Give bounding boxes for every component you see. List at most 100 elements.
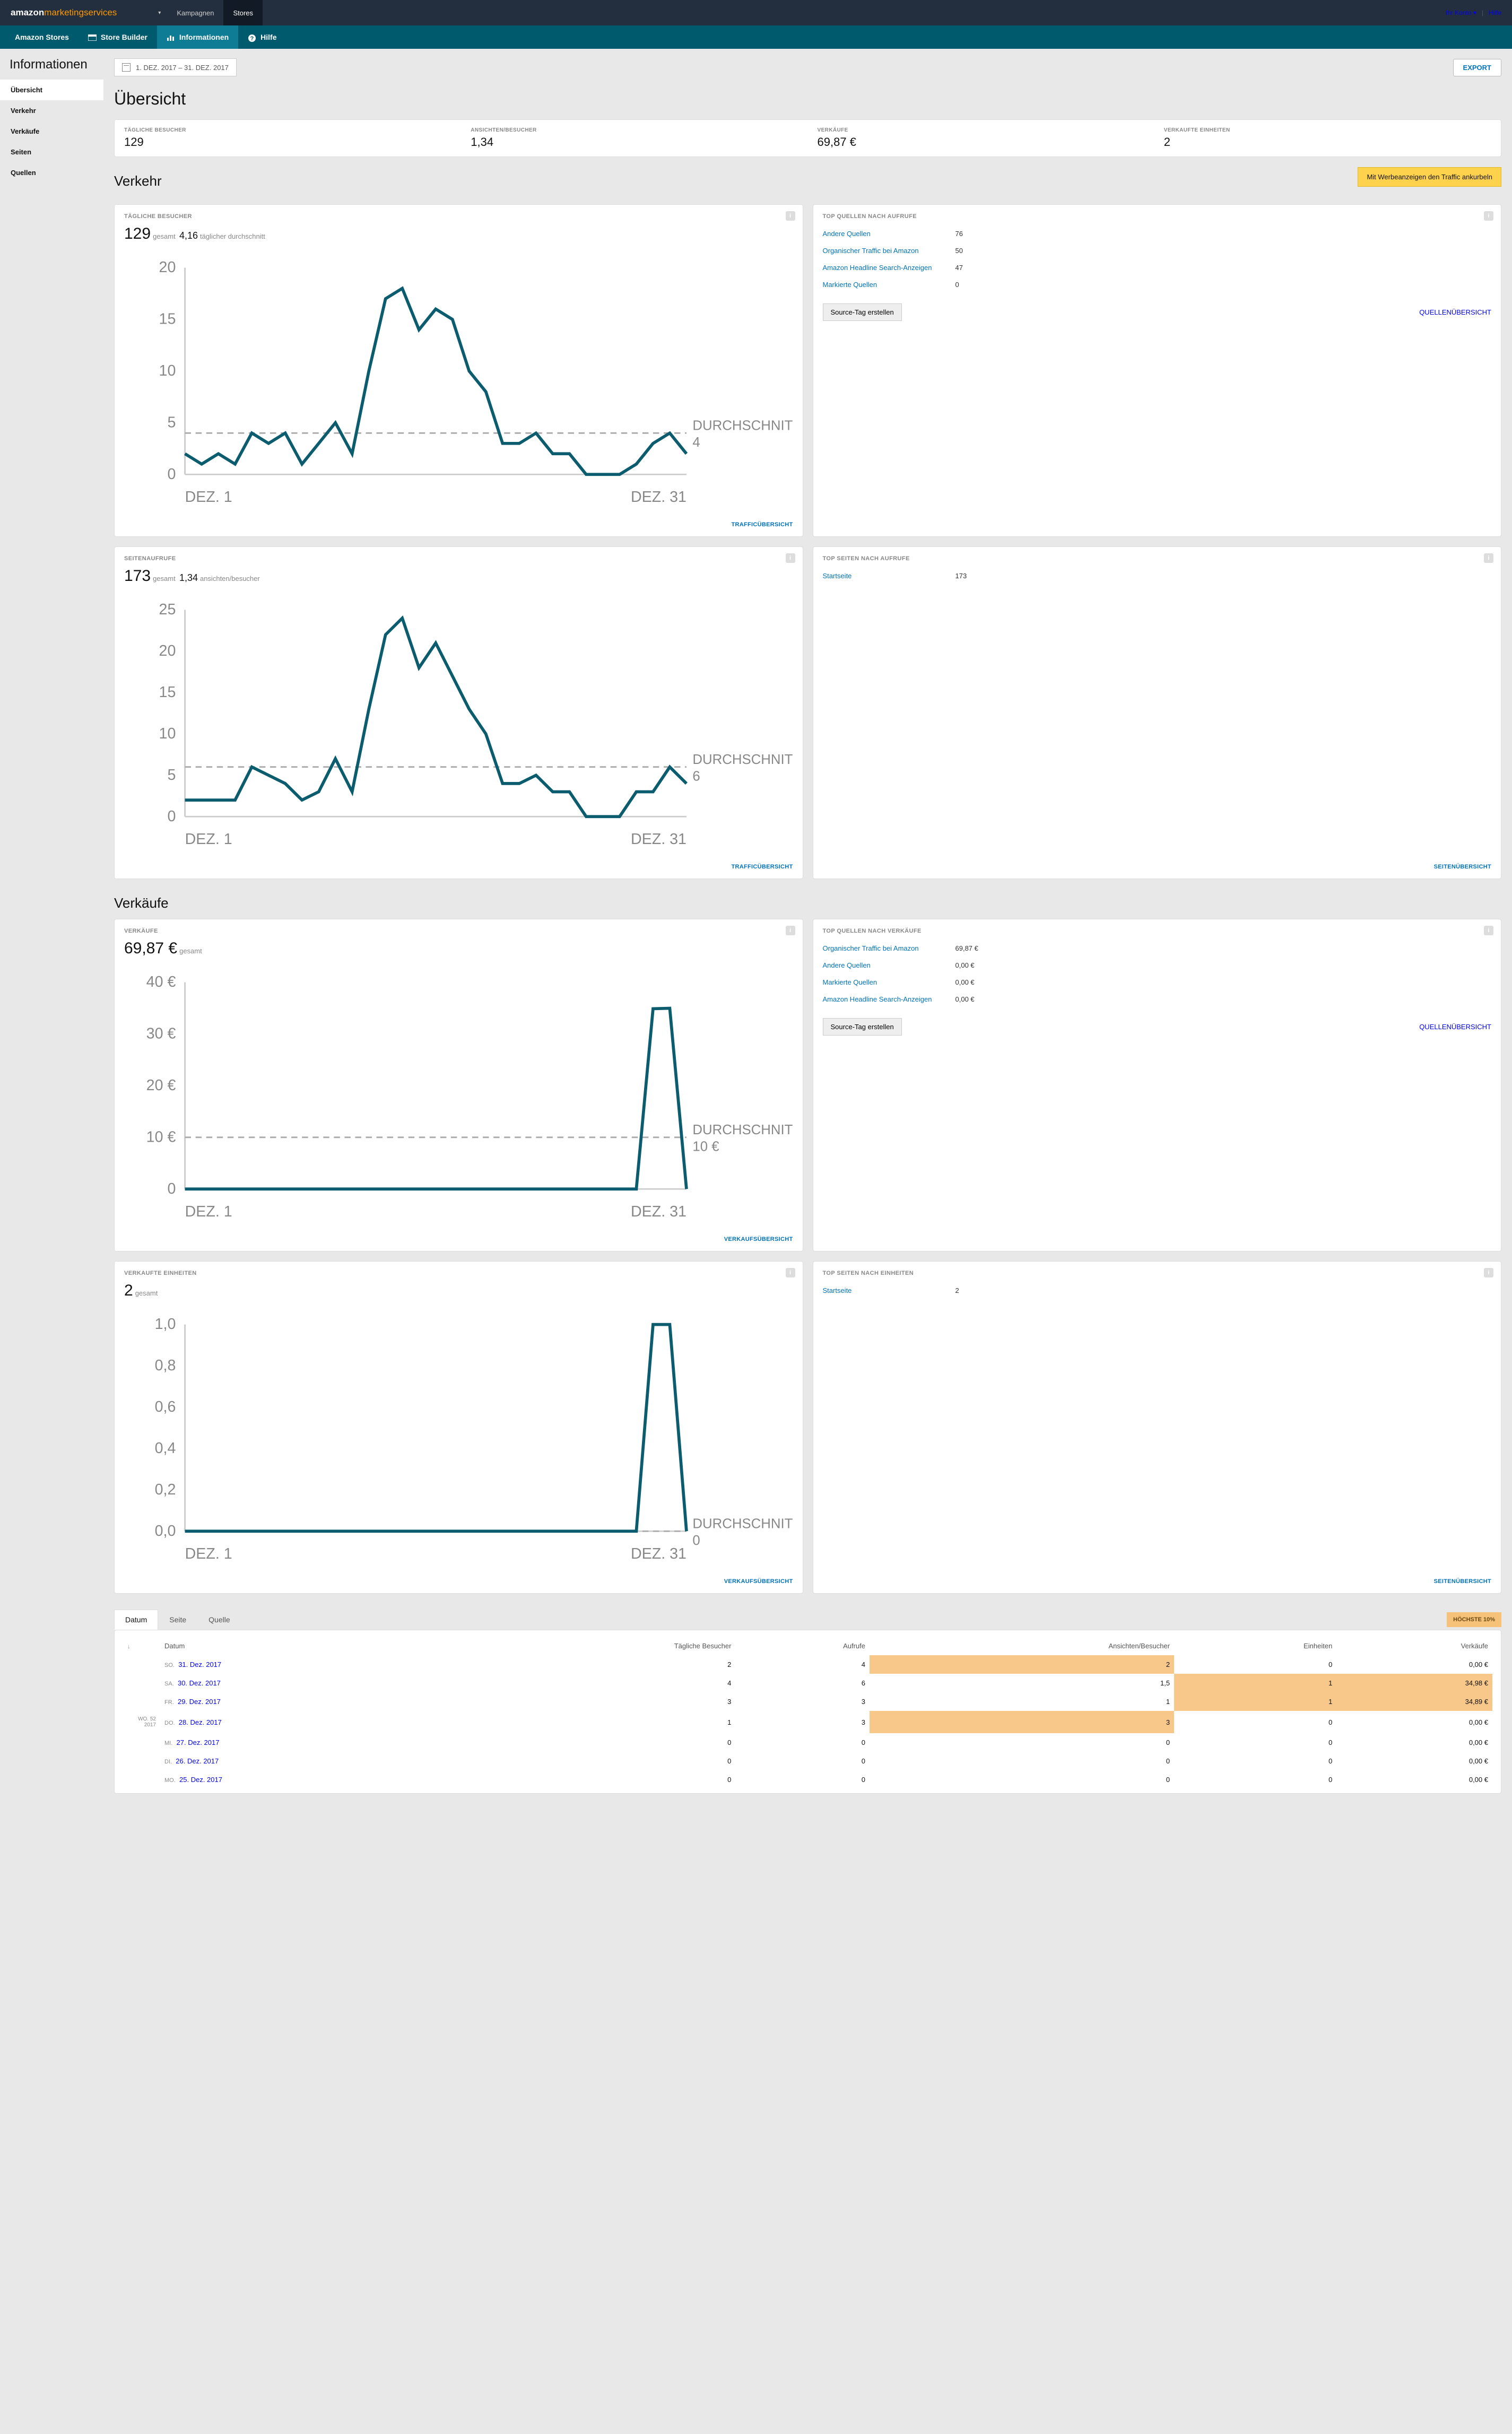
top-nav-kampagnen[interactable]: Kampagnen xyxy=(167,0,223,25)
card-daily-visitors: i TÄGLICHE BESUCHER 129gesamt 4,16täglic… xyxy=(114,204,803,537)
source-name[interactable]: Markierte Quellen xyxy=(823,281,950,289)
source-name[interactable]: Andere Quellen xyxy=(823,230,950,238)
svg-text:1,0: 1,0 xyxy=(155,1316,176,1333)
subnav-amazon-stores[interactable]: Amazon Stores xyxy=(5,25,79,49)
info-icon[interactable]: i xyxy=(1484,926,1493,935)
overview-sales: VERKÄUFE69,87 € xyxy=(808,127,1154,149)
date-link[interactable]: 25. Dez. 2017 xyxy=(179,1776,222,1784)
svg-text:?: ? xyxy=(250,36,254,42)
svg-text:0,2: 0,2 xyxy=(155,1481,176,1498)
link-verkaufsuebersicht[interactable]: VERKAUFSÜBERSICHT xyxy=(724,1236,793,1242)
promo-banner[interactable]: Mit Werbeanzeigen den Traffic ankurbeln xyxy=(1358,167,1501,187)
source-name[interactable]: Markierte Quellen xyxy=(823,978,950,986)
logo-marketing: marketingservices xyxy=(44,7,117,18)
logo[interactable]: amazonmarketingservices xyxy=(11,7,117,18)
card-units: i VERKAUFTE EINHEITEN 2gesamt 0,00,20,40… xyxy=(114,1261,803,1594)
link-seitenuebersicht[interactable]: SEITENÜBERSICHT xyxy=(1434,1578,1491,1585)
sort-arrow-icon[interactable]: ↓ xyxy=(127,1644,131,1650)
source-name[interactable]: Startseite xyxy=(823,1286,950,1294)
date-link[interactable]: 26. Dez. 2017 xyxy=(176,1757,219,1765)
date-link[interactable]: 29. Dez. 2017 xyxy=(178,1698,221,1706)
col-einheiten[interactable]: Einheiten xyxy=(1174,1637,1336,1655)
date-link[interactable]: 28. Dez. 2017 xyxy=(179,1718,222,1726)
list-row: Amazon Headline Search-Anzeigen 0,00 € xyxy=(823,990,1492,1007)
tab-seite[interactable]: Seite xyxy=(158,1610,197,1630)
info-icon[interactable]: i xyxy=(786,926,795,935)
account-menu[interactable]: Ihr Konto ▾ xyxy=(1446,9,1476,16)
tab-datum[interactable]: Datum xyxy=(114,1610,158,1630)
col-ansichten-besucher[interactable]: Ansichten/Besucher xyxy=(870,1637,1174,1655)
col-verkaeufe[interactable]: Verkäufe xyxy=(1336,1637,1492,1655)
source-name[interactable]: Startseite xyxy=(823,572,950,580)
help-link[interactable]: Hilfe xyxy=(1489,9,1501,16)
top-nav: Kampagnen Stores xyxy=(149,0,263,25)
list-row: Startseite 173 xyxy=(823,567,1492,584)
sidebar-item-uebersicht[interactable]: Übersicht xyxy=(0,80,103,100)
table-row: SA. 30. Dez. 2017 4 6 1,5 1 34,98 € xyxy=(123,1674,1492,1692)
date-range-picker[interactable]: 1. DEZ. 2017 – 31. DEZ. 2017 xyxy=(114,58,237,76)
source-bar xyxy=(993,995,1492,1003)
svg-text:0: 0 xyxy=(167,466,176,483)
list-row: Organischer Traffic bei Amazon 50 xyxy=(823,242,1492,259)
col-datum[interactable]: Datum xyxy=(160,1637,449,1655)
table-row: FR. 29. Dez. 2017 3 3 1 1 34,89 € xyxy=(123,1692,1492,1711)
sidebar-item-quellen[interactable]: Quellen xyxy=(0,162,103,183)
page-list: Startseite 173 xyxy=(823,567,1492,584)
card-top-sources-views: i TOP QUELLEN NACH AUFRUFE Andere Quelle… xyxy=(813,204,1502,537)
list-row: Amazon Headline Search-Anzeigen 47 xyxy=(823,259,1492,276)
source-tag-button[interactable]: Source-Tag erstellen xyxy=(823,303,902,321)
sidebar-item-verkehr[interactable]: Verkehr xyxy=(0,100,103,121)
sub-nav: Amazon Stores Store Builder Informatione… xyxy=(0,25,1512,49)
top-nav-stores[interactable]: Stores xyxy=(223,0,263,25)
link-trafficuebersicht[interactable]: TRAFFICÜBERSICHT xyxy=(731,521,793,528)
top-right: Ihr Konto ▾ | Hilfe xyxy=(1446,9,1501,16)
sidebar-item-verkaeufe[interactable]: Verkäufe xyxy=(0,121,103,142)
link-verkaufsuebersicht[interactable]: VERKAUFSÜBERSICHT xyxy=(724,1578,793,1585)
svg-text:25: 25 xyxy=(159,601,176,618)
date-link[interactable]: 30. Dez. 2017 xyxy=(178,1679,221,1687)
overview-units: VERKAUFTE EINHEITEN2 xyxy=(1154,127,1501,149)
info-icon[interactable]: i xyxy=(786,211,795,221)
subnav-store-builder[interactable]: Store Builder xyxy=(79,25,157,49)
chart-daily-visitors: 05101520 DURCHSCHNITT 4 DEZ. 1 DEZ. 31 xyxy=(124,253,793,512)
link-seitenuebersicht[interactable]: SEITENÜBERSICHT xyxy=(1434,864,1491,870)
tab-quelle[interactable]: Quelle xyxy=(197,1610,241,1630)
col-aufrufe[interactable]: Aufrufe xyxy=(735,1637,870,1655)
source-value: 50 xyxy=(955,247,987,255)
info-icon[interactable]: i xyxy=(1484,211,1493,221)
date-link[interactable]: 27. Dez. 2017 xyxy=(177,1738,220,1746)
subnav-hilfe[interactable]: ? Hilfe xyxy=(238,25,286,49)
card-top-pages-views: i TOP SEITEN NACH AUFRUFE Startseite 173… xyxy=(813,546,1502,879)
top-nav-dropdown[interactable] xyxy=(149,0,167,25)
svg-text:0: 0 xyxy=(167,1180,176,1197)
data-table-card: ↓ Datum Tägliche Besucher Aufrufe Ansich… xyxy=(114,1630,1501,1794)
sidebar-item-seiten[interactable]: Seiten xyxy=(0,142,103,162)
overview-views-per-visitor: ANSICHTEN/BESUCHER1,34 xyxy=(461,127,807,149)
info-icon[interactable]: i xyxy=(786,553,795,563)
source-bar xyxy=(993,246,1492,255)
svg-text:DEZ. 31: DEZ. 31 xyxy=(631,489,687,506)
source-bar xyxy=(993,280,1492,289)
svg-text:DURCHSCHNITT: DURCHSCHNITT xyxy=(692,752,793,767)
source-name[interactable]: Organischer Traffic bei Amazon xyxy=(823,944,950,952)
source-value: 2 xyxy=(955,1286,987,1294)
info-icon[interactable]: i xyxy=(786,1268,795,1277)
link-quellenuebersicht[interactable]: QUELLENÜBERSICHT xyxy=(1419,308,1491,316)
svg-text:DEZ. 1: DEZ. 1 xyxy=(185,489,232,506)
info-icon[interactable]: i xyxy=(1484,553,1493,563)
store-builder-icon xyxy=(88,34,97,40)
list-row: Markierte Quellen 0 xyxy=(823,276,1492,293)
export-button[interactable]: EXPORT xyxy=(1453,59,1501,76)
source-name[interactable]: Organischer Traffic bei Amazon xyxy=(823,247,950,255)
source-name[interactable]: Amazon Headline Search-Anzeigen xyxy=(823,264,950,272)
subnav-informationen[interactable]: Informationen xyxy=(157,25,238,49)
info-icon[interactable]: i xyxy=(1484,1268,1493,1277)
link-quellenuebersicht[interactable]: QUELLENÜBERSICHT xyxy=(1419,1023,1491,1031)
link-trafficuebersicht[interactable]: TRAFFICÜBERSICHT xyxy=(731,864,793,870)
source-name[interactable]: Andere Quellen xyxy=(823,961,950,969)
col-besucher[interactable]: Tägliche Besucher xyxy=(449,1637,735,1655)
source-tag-button[interactable]: Source-Tag erstellen xyxy=(823,1018,902,1036)
date-link[interactable]: 31. Dez. 2017 xyxy=(178,1661,221,1668)
source-name[interactable]: Amazon Headline Search-Anzeigen xyxy=(823,995,950,1003)
svg-text:DURCHSCHNITT: DURCHSCHNITT xyxy=(692,1123,793,1137)
